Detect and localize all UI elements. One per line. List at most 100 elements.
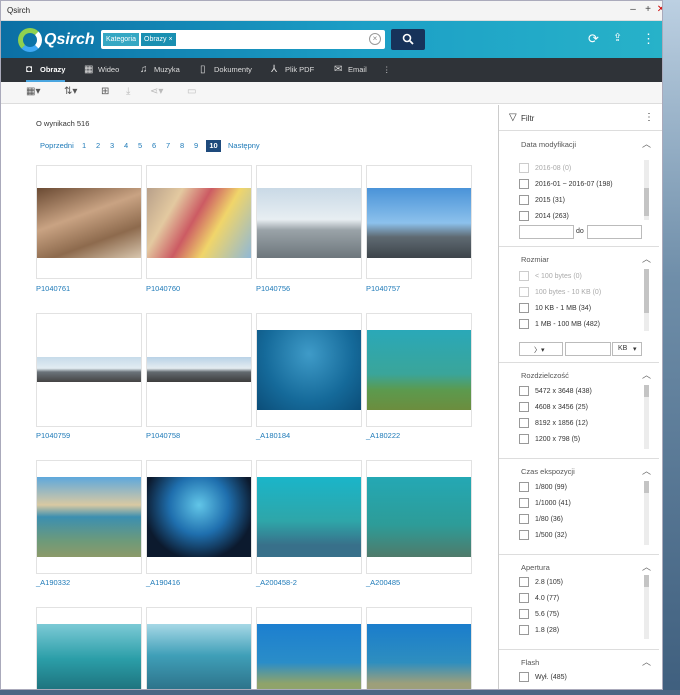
app-header: Qsirch Kategoria Obrazy × × ⟳ ⇪ ⋮ — [1, 21, 662, 58]
search-button[interactable] — [391, 29, 425, 50]
window-title: Qsirch — [7, 6, 31, 15]
thumbnail-caption[interactable]: P1040761 — [36, 284, 70, 293]
thumbnail[interactable] — [366, 313, 472, 427]
page-link[interactable]: 1 — [82, 140, 86, 152]
category-tabs: ◘ Obrazy ▦ Wideo ♫ Muzyka ▯ Dokumenty ⅄ Plik … — [1, 58, 662, 82]
thumbnail[interactable] — [36, 165, 142, 279]
grid-view-icon[interactable]: ▦▾ — [26, 86, 40, 97]
desktop-background — [663, 0, 680, 695]
thumbnail[interactable] — [256, 460, 362, 574]
size-unit-select[interactable]: KB ▾ — [612, 342, 642, 356]
thumbnail-caption[interactable]: _A190332 — [36, 578, 70, 587]
page-link[interactable]: 2 — [96, 140, 100, 152]
thumbnail-caption[interactable]: _A190416 — [146, 578, 180, 587]
thumbnail[interactable] — [366, 460, 472, 574]
close-icon[interactable]: ✕ — [655, 4, 662, 15]
page-link[interactable]: 5 — [138, 140, 142, 152]
tab-plik-pdf[interactable]: ⅄ Plik PDF — [271, 58, 314, 82]
filter-section-size: Rozmiar ︿ < 100 bytes (0) 100 bytes - 10… — [499, 247, 659, 363]
filter-title: Filtr — [521, 114, 535, 123]
filter-panel: ▽ Filtr ⋮ Data modyfikacji ︿ 2016-08 (0)… — [498, 105, 662, 689]
tab-wideo[interactable]: ▦ Wideo — [84, 58, 119, 82]
filter-section-exposure: Czas ekspozycji ︿ 1/800 (99) 1/1000 (41)… — [499, 459, 659, 555]
clear-search-icon[interactable]: × — [369, 33, 381, 45]
select-all-icon[interactable]: ⊞ — [101, 86, 109, 97]
thumbnail-caption[interactable]: _A200485 — [366, 578, 400, 587]
download-icon[interactable]: ⤓ — [126, 86, 130, 97]
filter-header: ▽ Filtr ⋮ — [499, 105, 662, 131]
scrollbar[interactable] — [644, 160, 649, 220]
sort-icon[interactable]: ⇅▾ — [64, 86, 77, 97]
document-icon: ▯ — [200, 64, 206, 75]
thumbnail-caption[interactable]: P1040756 — [256, 284, 290, 293]
upload-icon[interactable]: ⇪ — [613, 31, 622, 44]
page-link[interactable]: 6 — [152, 140, 156, 152]
prev-page-link[interactable]: Poprzedni — [40, 140, 74, 152]
page-link[interactable]: 3 — [110, 140, 114, 152]
next-page-link[interactable]: Następny — [228, 140, 260, 152]
date-from-input[interactable] — [519, 225, 574, 239]
title-bar: Qsirch – + ✕ — [1, 1, 662, 21]
thumbnail[interactable] — [366, 165, 472, 279]
chevron-up-icon[interactable]: ︿ — [642, 137, 651, 150]
scrollbar[interactable] — [644, 481, 649, 545]
date-to-input[interactable] — [587, 225, 642, 239]
section-title: Apertura — [521, 563, 550, 572]
thumbnail-caption[interactable]: _A180222 — [366, 431, 400, 440]
thumbnail[interactable] — [36, 607, 142, 689]
thumbnail-caption[interactable]: _A180184 — [256, 431, 290, 440]
toolbar: ▦▾ ⇅▾ ⊞ ⤓ ⋖▾ ▭ — [1, 82, 662, 104]
filter-more-icon[interactable]: ⋮ — [644, 112, 654, 123]
current-page[interactable]: 10 — [206, 140, 221, 152]
thumbnail[interactable] — [146, 313, 252, 427]
chevron-up-icon[interactable]: ︿ — [642, 464, 651, 477]
chevron-up-icon[interactable]: ︿ — [642, 368, 651, 381]
thumbnail[interactable] — [256, 607, 362, 689]
chip-remove-icon[interactable]: × — [169, 36, 173, 43]
tab-email[interactable]: ✉ Email — [334, 58, 367, 82]
folder-icon[interactable]: ▭ — [187, 86, 196, 97]
tab-muzyka[interactable]: ♫ Muzyka — [140, 58, 180, 82]
section-title: Rozdzielczość — [521, 371, 569, 380]
chevron-up-icon[interactable]: ︿ — [642, 560, 651, 573]
more-icon[interactable]: ⋮ — [642, 31, 655, 47]
maximize-icon[interactable]: + — [642, 4, 654, 15]
film-icon: ▦ — [84, 64, 94, 75]
size-value-input[interactable] — [565, 342, 611, 356]
scrollbar[interactable] — [644, 385, 649, 449]
thumbnail-caption[interactable]: P1040760 — [146, 284, 180, 293]
thumbnail[interactable] — [36, 460, 142, 574]
chevron-up-icon[interactable]: ︿ — [642, 655, 651, 668]
category-chip-value[interactable]: Obrazy × — [141, 33, 176, 46]
page-link[interactable]: 4 — [124, 140, 128, 152]
thumbnail-caption[interactable]: _A200458-2 — [256, 578, 297, 587]
search-input[interactable]: Kategoria Obrazy × × — [101, 30, 385, 49]
scrollbar[interactable] — [644, 575, 649, 639]
thumbnail-caption[interactable]: P1040757 — [366, 284, 400, 293]
size-operator-select[interactable]: 〉▾ — [519, 342, 563, 356]
thumbnail[interactable] — [256, 165, 362, 279]
scrollbar[interactable] — [644, 269, 649, 331]
tabs-more-icon[interactable]: ⋮ — [373, 58, 391, 82]
thumbnail[interactable] — [146, 607, 252, 689]
page-link[interactable]: 9 — [194, 140, 198, 152]
page-link[interactable]: 7 — [166, 140, 170, 152]
section-title: Data modyfikacji — [521, 140, 577, 149]
tab-dokumenty[interactable]: ▯ Dokumenty — [200, 58, 252, 82]
chevron-up-icon[interactable]: ︿ — [642, 252, 651, 265]
page-link[interactable]: 8 — [180, 140, 184, 152]
section-title: Flash — [521, 658, 540, 667]
qsirch-logo: Qsirch — [18, 26, 98, 54]
share-icon[interactable]: ⋖▾ — [150, 86, 163, 97]
thumbnail[interactable] — [146, 460, 252, 574]
thumbnail[interactable] — [256, 313, 362, 427]
thumbnail[interactable] — [36, 313, 142, 427]
date-range-separator: do — [576, 228, 584, 235]
thumbnail[interactable] — [146, 165, 252, 279]
tab-obrazy[interactable]: ◘ Obrazy — [26, 58, 66, 82]
thumbnail-caption[interactable]: P1040759 — [36, 431, 70, 440]
thumbnail-caption[interactable]: P1040758 — [146, 431, 180, 440]
thumbnail[interactable] — [366, 607, 472, 689]
refresh-icon[interactable]: ⟳ — [588, 31, 599, 47]
minimize-icon[interactable]: – — [627, 4, 639, 15]
